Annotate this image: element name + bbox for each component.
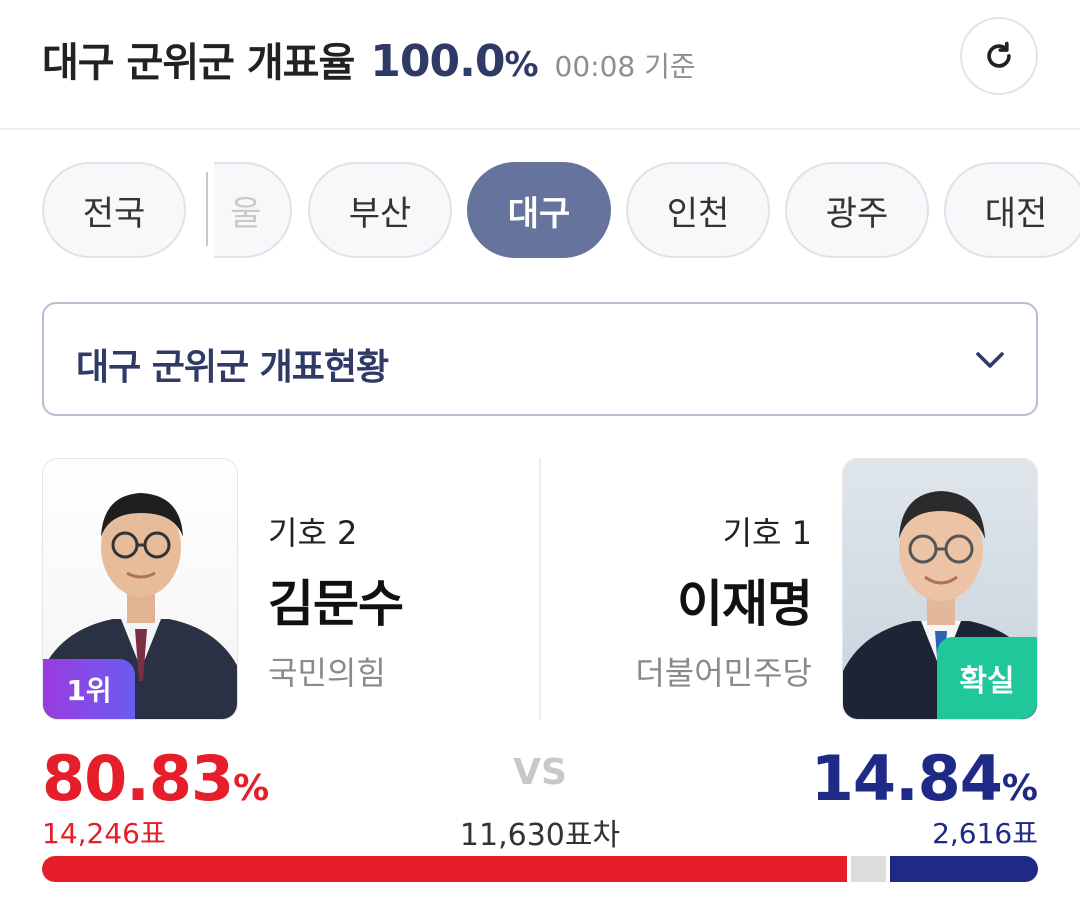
tab-nationwide[interactable]: 전국	[42, 162, 186, 258]
tab-incheon[interactable]: 인천	[626, 162, 770, 258]
vote-share-bar	[42, 856, 1038, 882]
tab-partial[interactable]: 울	[214, 162, 292, 258]
count-rate: 100.0	[370, 36, 505, 87]
region-tabs: 전국 울 부산 대구 인천 광주 대전	[0, 160, 1080, 260]
title-row: 대구 군위군 개표율 100.0 % 00:08 기준	[42, 30, 696, 90]
votes-right: 2,616표	[932, 817, 1038, 850]
dropdown-label: 대구 군위군 개표현황	[76, 347, 389, 388]
candidate-photo-right: 확실	[842, 458, 1038, 720]
timestamp: 00:08 기준	[554, 50, 696, 83]
chevron-down-icon	[976, 352, 1004, 368]
tab-daegu[interactable]: 대구	[467, 162, 611, 258]
percent-value-right: 14.84	[810, 742, 1003, 815]
header: 대구 군위군 개표율 100.0 % 00:08 기준	[0, 0, 1080, 130]
candidate-info-left: 기호 2 김문수 국민의힘	[268, 508, 404, 694]
rank-badge: 1위	[43, 659, 135, 719]
candidate-party-right: 더불어민주당	[635, 654, 812, 692]
refresh-icon	[987, 41, 1011, 68]
tab-daejeon[interactable]: 대전	[944, 162, 1080, 258]
refresh-button[interactable]	[960, 17, 1038, 95]
votes-left: 14,246표	[42, 817, 166, 850]
candidate-number-left: 기호 2	[268, 514, 358, 552]
candidate-info-right: 기호 1 이재명 더불어민주당	[635, 508, 813, 694]
percent-right: 14.84%	[811, 742, 1038, 815]
candidate-name-left: 김문수	[268, 575, 404, 633]
tab-busan[interactable]: 부산	[308, 162, 452, 258]
candidate-number-right: 기호 1	[722, 514, 812, 552]
vote-share-others	[851, 856, 886, 882]
count-rate-percent-sign: %	[504, 45, 539, 85]
confirmed-badge: 확실	[937, 637, 1037, 719]
candidate-party-left: 국민의힘	[268, 654, 386, 692]
district-dropdown[interactable]: 대구 군위군 개표현황	[42, 302, 1038, 416]
candidate-name-right: 이재명	[677, 575, 813, 633]
percent-left: 80.83%	[42, 742, 269, 815]
vote-difference: 11,630표차	[459, 818, 621, 853]
tab-gwangju[interactable]: 광주	[785, 162, 929, 258]
percent-sign-right: %	[1001, 768, 1038, 809]
percent-sign-left: %	[233, 768, 270, 809]
tab-divider	[206, 172, 208, 246]
candidate-divider	[539, 458, 541, 720]
vs-label: VS	[513, 752, 567, 793]
vote-share-right	[890, 856, 1038, 882]
candidate-photo-left: 1위	[42, 458, 238, 720]
vote-share-left	[42, 856, 847, 882]
percent-value-left: 80.83	[42, 742, 234, 815]
page-title: 대구 군위군 개표율	[42, 40, 355, 86]
